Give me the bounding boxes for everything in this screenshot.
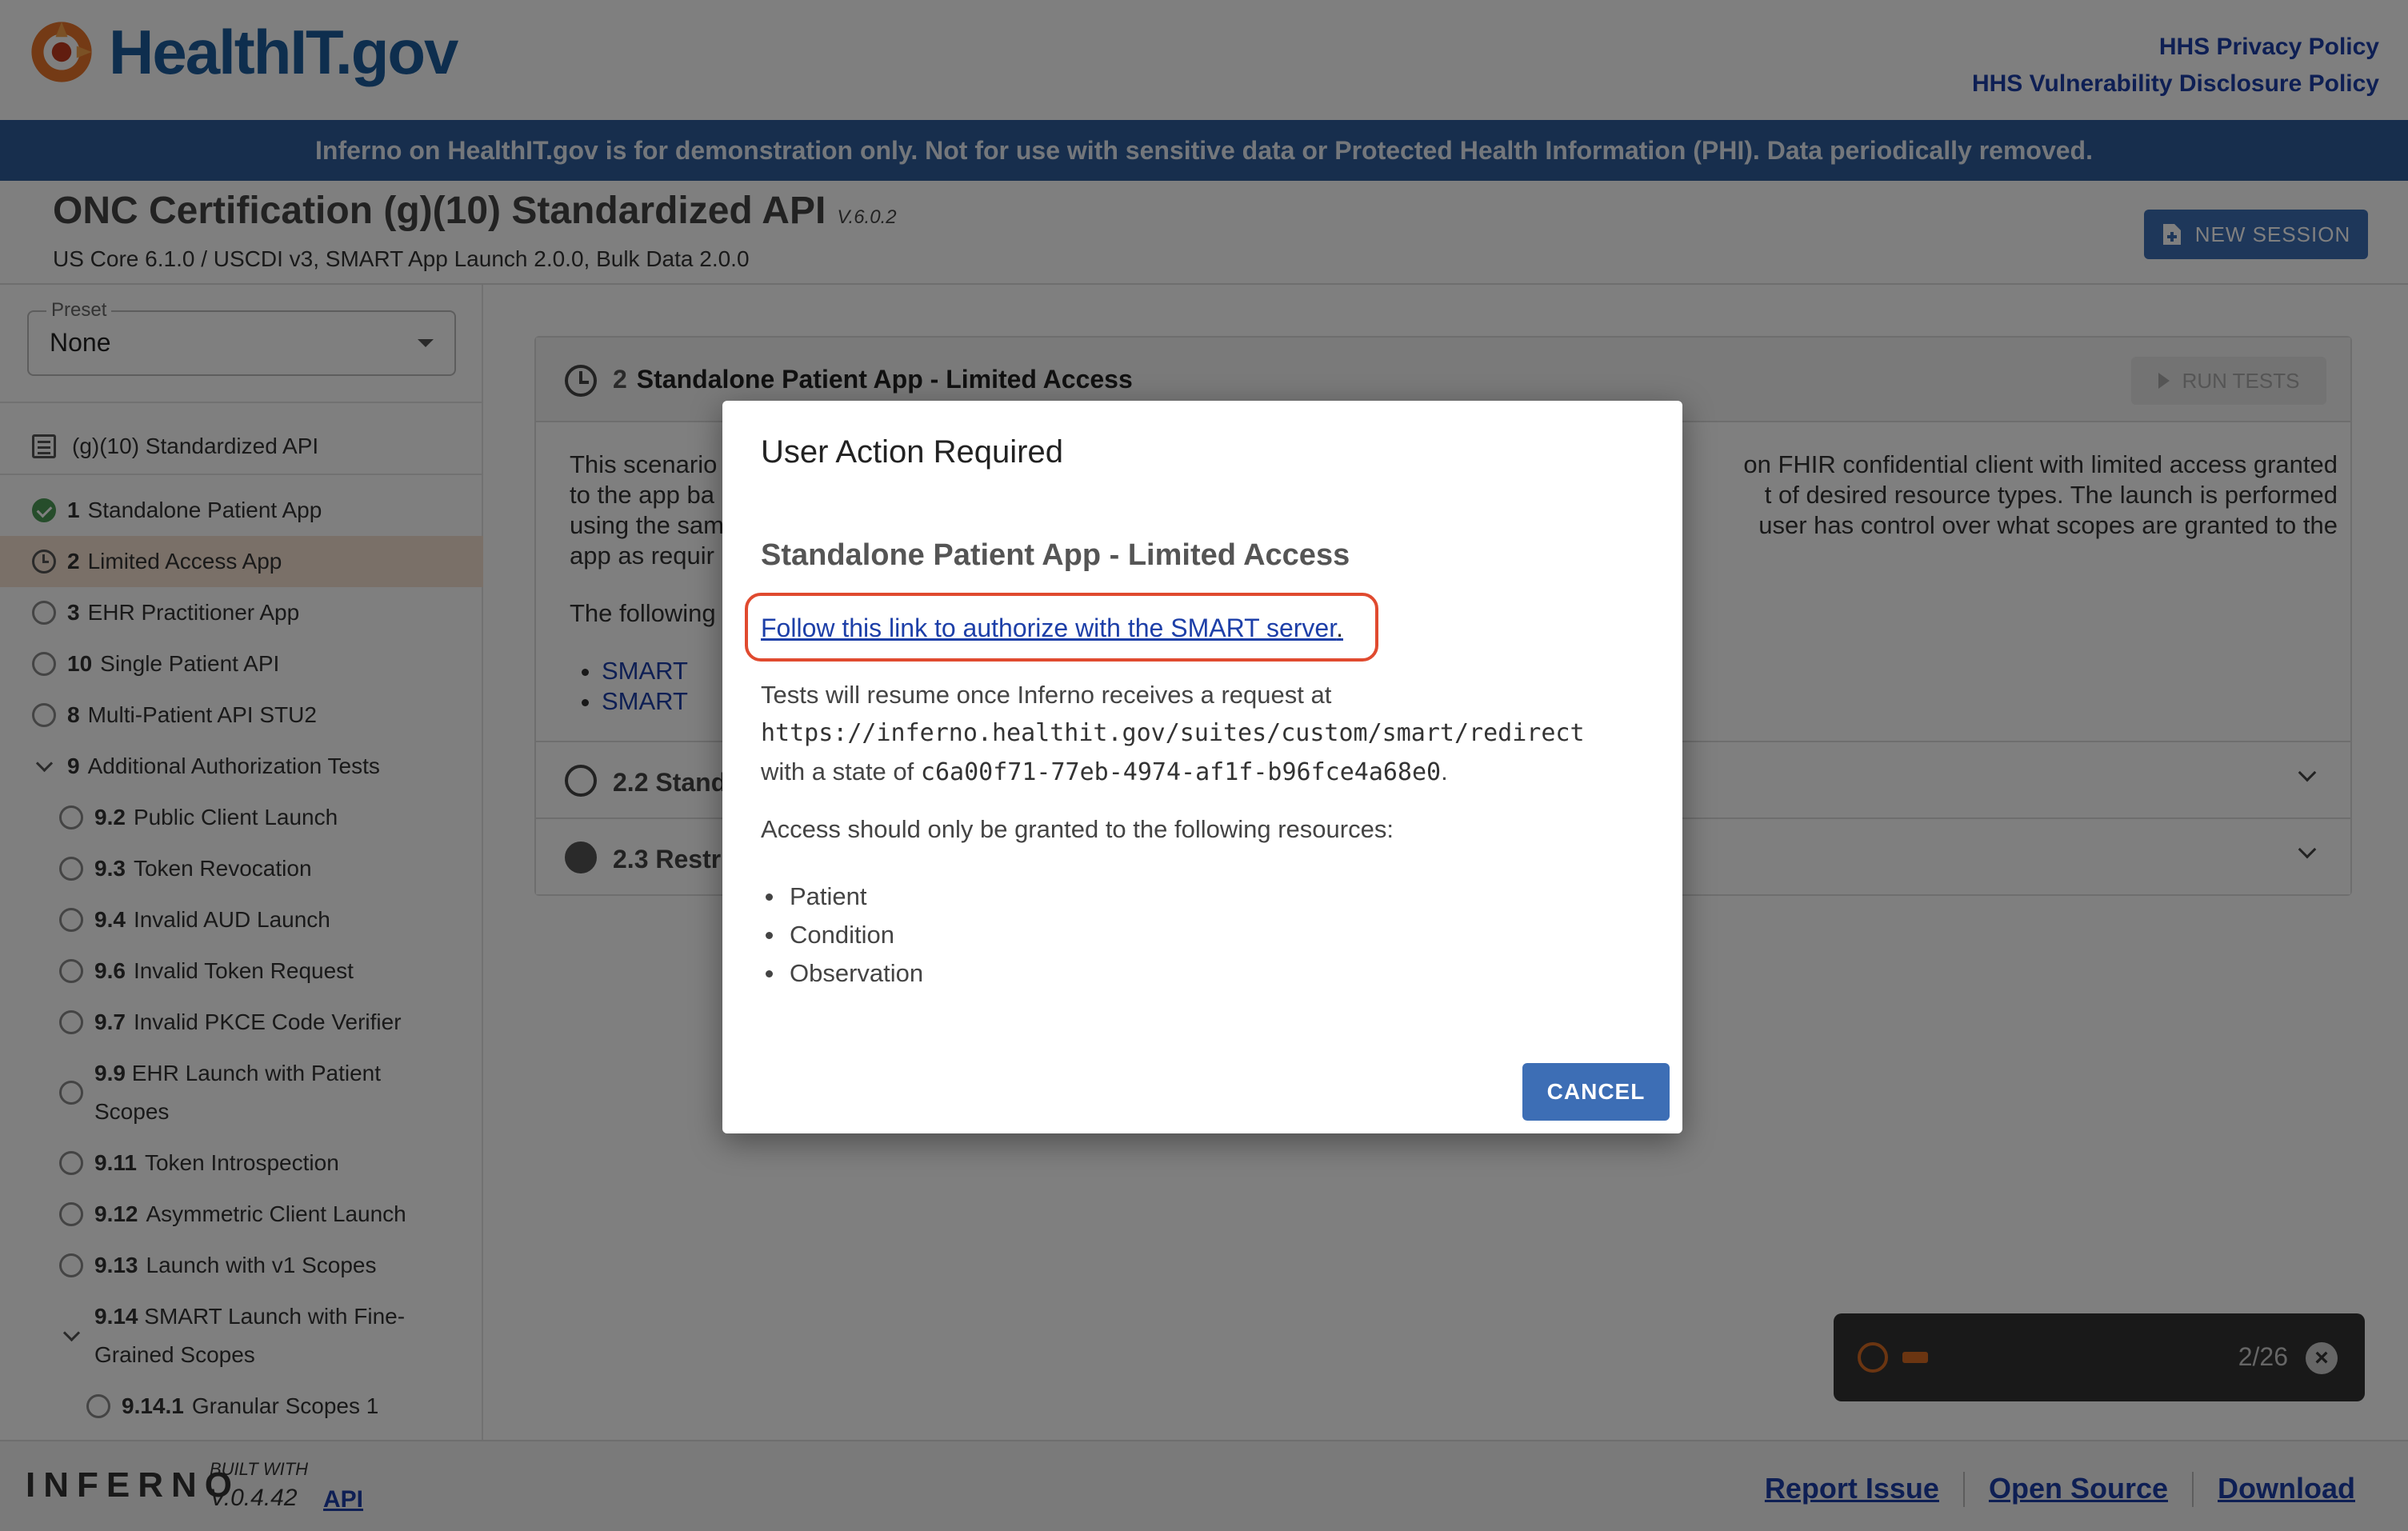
access-text: Access should only be granted to the fol… xyxy=(761,815,1394,843)
cancel-button[interactable]: CANCEL xyxy=(1522,1063,1670,1121)
resume-sentence: Tests will resume once Inferno receives … xyxy=(761,681,1332,709)
authorize-link[interactable]: Follow this link to authorize with the S… xyxy=(761,614,1336,642)
state-value: c6a00f71-77eb-4974-af1f-b96fce4a68e0 xyxy=(920,758,1442,786)
redirect-url: https://inferno.healthit.gov/suites/cust… xyxy=(761,719,1585,747)
dialog-subtitle: Standalone Patient App - Limited Access xyxy=(761,538,1350,572)
list-item: Condition xyxy=(761,916,923,954)
resume-text: Tests will resume once Inferno receives … xyxy=(761,676,1665,792)
list-item: Patient xyxy=(761,877,923,916)
dialog-title: User Action Required xyxy=(761,434,1063,470)
resource-list: Patient Condition Observation xyxy=(761,877,923,993)
period: . xyxy=(1336,614,1343,642)
user-action-dialog: User Action Required Standalone Patient … xyxy=(722,401,1682,1133)
authorize-link-line: Follow this link to authorize with the S… xyxy=(761,614,1343,643)
state-suffix: . xyxy=(1441,758,1448,785)
state-prefix: with a state of xyxy=(761,758,914,785)
list-item: Observation xyxy=(761,954,923,993)
